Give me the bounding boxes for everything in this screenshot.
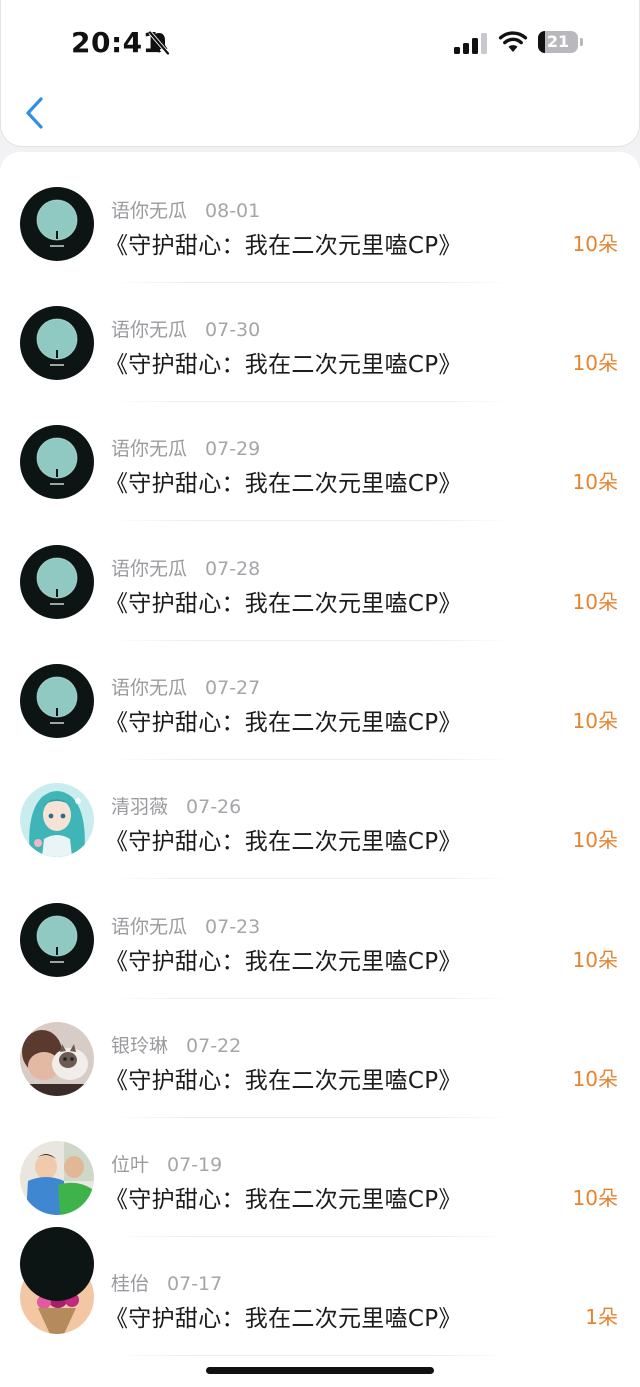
moon-avatar[interactable] (20, 664, 94, 738)
status-bar: 20:41 21 (1, 0, 640, 88)
book-title[interactable]: 《守护甜心：我在二次元里嗑CP》 (105, 822, 462, 856)
row-divider (112, 1355, 512, 1356)
moon-avatar[interactable] (20, 306, 94, 380)
cellular-signal-icon (454, 33, 487, 54)
top-header: 20:41 21 (0, 0, 640, 147)
flower-amount: 10朵 (572, 828, 618, 852)
record-meta: 语你无瓜 07-23 (111, 912, 260, 939)
record-date: 07-27 (205, 677, 261, 699)
list-item[interactable]: 银玲琳 07-22 《守护甜心：我在二次元里嗑CP》 10朵 (0, 987, 640, 1118)
flower-amount: 10朵 (572, 351, 618, 375)
username[interactable]: 清羽薇 (111, 796, 168, 818)
flower-amount: 10朵 (572, 590, 618, 614)
record-meta: 语你无瓜 07-29 (111, 434, 260, 461)
flower-amount: 10朵 (572, 709, 618, 733)
record-meta: 语你无瓜 07-27 (111, 673, 260, 700)
list-item[interactable]: 位叶 07-19 《守护甜心：我在二次元里嗑CP》 10朵 (0, 1106, 640, 1237)
username[interactable]: 语你无瓜 (111, 200, 187, 222)
record-date: 07-17 (167, 1273, 223, 1295)
list-item[interactable]: 语你无瓜 07-28 《守护甜心：我在二次元里嗑CP》 10朵 (0, 510, 640, 641)
moon-avatar[interactable] (20, 187, 94, 261)
flower-amount: 10朵 (572, 232, 618, 256)
username[interactable]: 语你无瓜 (111, 558, 187, 580)
flower-amount: 10朵 (572, 1067, 618, 1091)
book-title[interactable]: 《守护甜心：我在二次元里嗑CP》 (105, 464, 462, 498)
moon-avatar[interactable] (20, 545, 94, 619)
record-meta: 银玲琳 07-22 (111, 1031, 241, 1058)
record-date: 07-23 (205, 916, 261, 938)
moon-avatar[interactable] (20, 1227, 94, 1301)
book-title[interactable]: 《守护甜心：我在二次元里嗑CP》 (105, 1061, 462, 1095)
record-meta: 语你无瓜 07-28 (111, 554, 260, 581)
wifi-icon (498, 31, 528, 52)
record-date: 07-19 (167, 1154, 223, 1176)
record-meta: 桂佁 07-17 (111, 1269, 222, 1296)
flower-amount: 10朵 (572, 470, 618, 494)
username[interactable]: 桂佁 (111, 1273, 149, 1295)
battery-indicator: 21 (538, 31, 584, 55)
battery-level: 21 (546, 32, 570, 51)
gift-record-list: 语你无瓜 08-01 《守护甜心：我在二次元里嗑CP》 10朵 语你无瓜 07-30… (0, 152, 640, 1387)
record-meta: 清羽薇 07-26 (111, 792, 241, 819)
home-indicator[interactable] (206, 1367, 434, 1374)
record-date: 07-30 (205, 319, 261, 341)
record-date: 07-28 (205, 558, 261, 580)
flower-amount: 10朵 (572, 948, 618, 972)
list-item[interactable]: 语你无瓜 07-29 《守护甜心：我在二次元里嗑CP》 10朵 (0, 390, 640, 521)
bell-muted-icon (148, 31, 170, 55)
username[interactable]: 银玲琳 (111, 1035, 168, 1057)
book-title[interactable]: 《守护甜心：我在二次元里嗑CP》 (105, 1180, 462, 1214)
book-title[interactable]: 《守护甜心：我在二次元里嗑CP》 (105, 1299, 462, 1333)
record-date: 08-01 (205, 200, 261, 222)
list-item[interactable]: 清羽薇 07-26 《守护甜心：我在二次元里嗑CP》 10朵 (0, 748, 640, 879)
flower-amount: 1朵 (585, 1305, 618, 1329)
moon-avatar[interactable] (20, 903, 94, 977)
record-date: 07-29 (205, 438, 261, 460)
flower-amount: 10朵 (572, 1186, 618, 1210)
record-meta: 位叶 07-19 (111, 1150, 222, 1177)
record-meta: 语你无瓜 07-30 (111, 315, 260, 342)
book-title[interactable]: 《守护甜心：我在二次元里嗑CP》 (105, 584, 462, 618)
username[interactable]: 位叶 (111, 1154, 149, 1176)
moon-avatar[interactable] (20, 425, 94, 499)
username[interactable]: 语你无瓜 (111, 916, 187, 938)
book-title[interactable]: 《守护甜心：我在二次元里嗑CP》 (105, 942, 462, 976)
list-item[interactable]: 语你无瓜 07-30 《守护甜心：我在二次元里嗑CP》 10朵 (0, 271, 640, 402)
username[interactable]: 语你无瓜 (111, 438, 187, 460)
list-item[interactable]: 语你无瓜 07-27 《守护甜心：我在二次元里嗑CP》 10朵 (0, 629, 640, 760)
record-meta: 语你无瓜 08-01 (111, 196, 260, 223)
book-title[interactable]: 《守护甜心：我在二次元里嗑CP》 (105, 226, 462, 260)
cat-photo-avatar[interactable] (20, 1022, 94, 1096)
anime-girl-avatar[interactable] (20, 783, 94, 857)
username[interactable]: 语你无瓜 (111, 319, 187, 341)
book-title[interactable]: 《守护甜心：我在二次元里嗑CP》 (105, 703, 462, 737)
list-item[interactable]: 语你无瓜 07-23 《守护甜心：我在二次元里嗑CP》 10朵 (0, 868, 640, 999)
list-item[interactable]: 语你无瓜 08-01 《守护甜心：我在二次元里嗑CP》 10朵 (0, 152, 640, 283)
username[interactable]: 语你无瓜 (111, 677, 187, 699)
baby-photo-avatar[interactable] (20, 1141, 94, 1215)
record-date: 07-22 (186, 1035, 242, 1057)
book-title[interactable]: 《守护甜心：我在二次元里嗑CP》 (105, 345, 462, 379)
record-date: 07-26 (186, 796, 242, 818)
list-item[interactable]: 桂佁 07-17 《守护甜心：我在二次元里嗑CP》 1朵 (0, 1225, 640, 1356)
chevron-left-icon[interactable] (21, 94, 51, 134)
